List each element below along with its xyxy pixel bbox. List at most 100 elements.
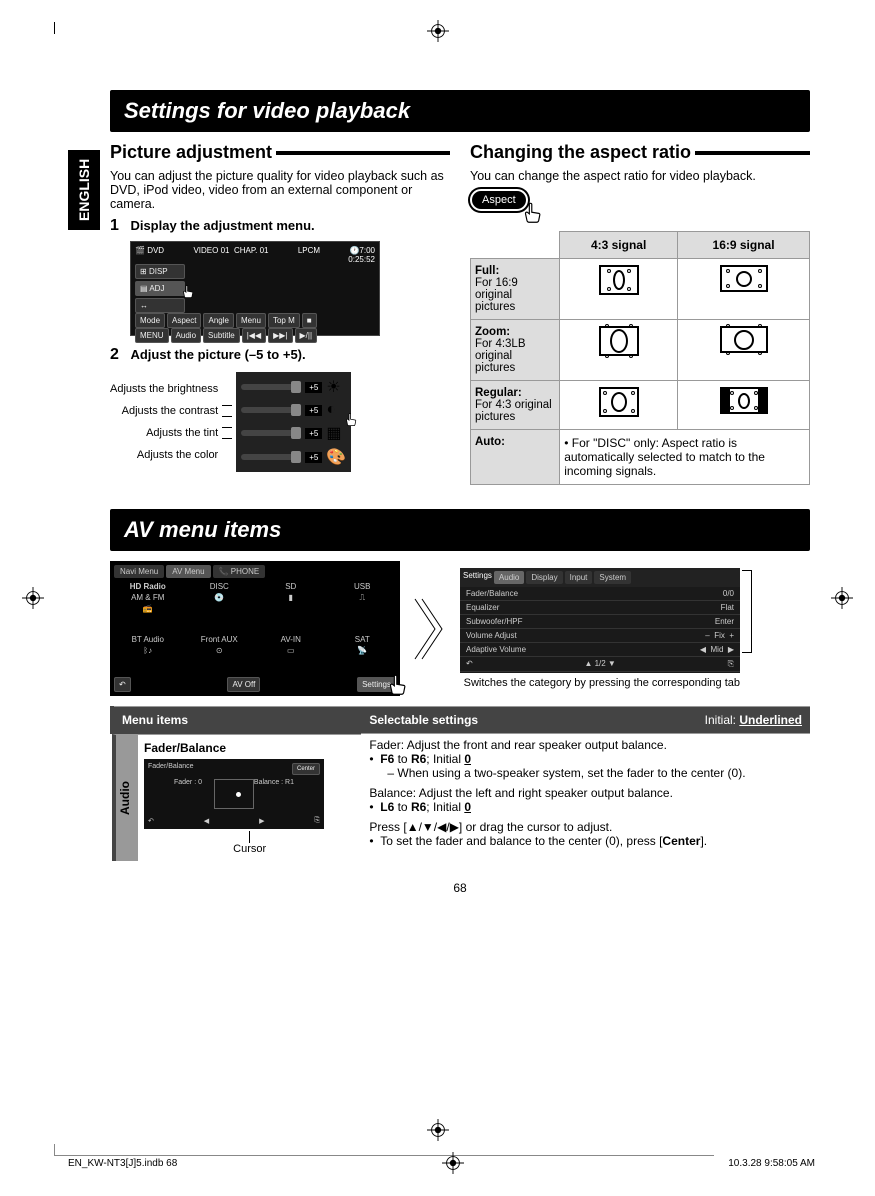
audio-category-tab: Audio — [116, 735, 138, 861]
avmenu-tab[interactable]: AV Menu — [166, 565, 210, 578]
source-sd[interactable]: SD▮ — [257, 582, 325, 631]
registration-mark-icon — [831, 587, 853, 609]
source-aux[interactable]: Front AUX⊙ — [186, 635, 254, 673]
set-row[interactable]: EqualizerFlat — [460, 601, 740, 615]
menu-button[interactable]: Menu — [236, 313, 266, 328]
ratio-icon — [599, 326, 639, 356]
col-43: 4:3 signal — [560, 232, 678, 259]
source-hdradio[interactable]: HD RadioAM & FM📻 — [114, 582, 182, 631]
aspect-intro: You can change the aspect ratio for vide… — [470, 169, 810, 183]
th-menu-items: Menu items — [112, 707, 361, 734]
topm-button[interactable]: Top M — [268, 313, 300, 328]
th-selectable: Selectable settings Initial: Underlined — [361, 707, 810, 734]
stop-button[interactable]: ■ — [302, 313, 317, 328]
audio-button[interactable]: Audio — [171, 328, 201, 343]
step-number: 2 — [110, 346, 126, 364]
content-area: Settings for video playback Picture adju… — [110, 90, 810, 895]
set-tab-display[interactable]: Display — [526, 571, 562, 584]
cursor-label: Cursor — [233, 843, 266, 855]
registration-mark-icon — [427, 20, 449, 42]
set-tab-audio[interactable]: Audio — [494, 571, 524, 584]
slider-tint[interactable]: +5▦ — [241, 423, 346, 443]
menu-items-table: Menu items Selectable settings Initial: … — [110, 706, 810, 861]
auto-desc: For "DISC" only: Aspect ratio is automat… — [564, 436, 765, 478]
sun-icon: ☀ — [326, 377, 340, 397]
aspect-button[interactable]: Aspect — [167, 313, 201, 328]
center-button[interactable]: Center — [292, 763, 320, 775]
footer-right: 10.3.28 9:58:05 AM — [728, 1158, 815, 1169]
set-row[interactable]: Fader/Balance0/0 — [460, 587, 740, 601]
ratio-icon — [720, 265, 768, 292]
heading-rule — [695, 151, 810, 155]
registration-mark-icon — [22, 587, 44, 609]
tint-icon: ▦ — [326, 423, 341, 443]
pointer-hand-icon — [520, 201, 548, 229]
slider-color[interactable]: +5🎨 — [241, 447, 346, 467]
avoff-button[interactable]: AV Off — [227, 677, 260, 692]
slider-bright[interactable]: +5☀ — [241, 377, 346, 397]
subtitle-button[interactable]: Subtitle — [203, 328, 240, 343]
fader-desc: Fader: Adjust the front and rear speaker… — [369, 738, 802, 752]
source-sat[interactable]: SAT📡 — [329, 635, 397, 673]
balance-desc: Balance: Adjust the left and right speak… — [369, 786, 802, 800]
next-button[interactable]: ▶▶| — [268, 328, 292, 343]
aspect-ratio-table: 4:3 signal 16:9 signal Full:For 16:9 ori… — [470, 231, 810, 485]
section-title: AV menu items — [110, 509, 810, 551]
source-usb[interactable]: USB⎍ — [329, 582, 397, 631]
intro-text: You can adjust the picture quality for v… — [110, 169, 450, 211]
aspect-heading: Changing the aspect ratio — [470, 142, 691, 163]
ratio-icon — [720, 326, 768, 353]
transition-arrow-icon — [400, 589, 460, 669]
ratio-icon — [599, 265, 639, 295]
right-column: Changing the aspect ratio You can change… — [470, 142, 810, 485]
left-column: Picture adjustment You can adjust the pi… — [110, 142, 450, 485]
section-title: Settings for video playback — [110, 90, 810, 132]
playpause-button[interactable]: ▶/|| — [295, 328, 318, 343]
menu2-button[interactable]: MENU — [135, 328, 169, 343]
pointer-hand-icon — [385, 673, 413, 701]
step-text: Adjust the picture (–5 to +5). — [130, 347, 305, 362]
slider-contrast[interactable]: +5◐ — [241, 401, 346, 419]
ratio-icon — [599, 387, 639, 417]
set-row[interactable]: Adaptive Volume◀ Mid ▶ — [460, 643, 740, 657]
crop-mark — [54, 22, 66, 34]
adjust-panel-screenshot: +5☀ +5◐ +5▦ +5🎨 — [236, 372, 351, 472]
contrast-icon: ◐ — [326, 401, 336, 419]
step-text: Display the adjustment menu. — [130, 218, 314, 233]
ratio-icon — [720, 387, 768, 414]
pointer-hand-icon — [343, 412, 361, 430]
set-tab-system[interactable]: System — [594, 571, 631, 584]
settings-caption: Switches the category by pressing the co… — [460, 677, 740, 689]
step-number: 1 — [110, 217, 126, 235]
prev-button[interactable]: |◀◀ — [242, 328, 266, 343]
col-169: 16:9 signal — [678, 232, 810, 259]
av-menu-screenshot: Navi Menu AV Menu 📞 PHONE HD RadioAM & F… — [110, 561, 400, 696]
bright-label: Adjusts the brightness — [110, 383, 218, 395]
source-avin[interactable]: AV-IN▭ — [257, 635, 325, 673]
contrast-label: Adjusts the contrast — [110, 405, 218, 417]
fader-balance-item: Fader/Balance — [144, 741, 226, 755]
arrows-button[interactable]: ↔ — [135, 298, 185, 313]
settings-screenshot: Settings Audio Display Input System Fade… — [460, 568, 740, 673]
page-number: 68 — [110, 881, 810, 895]
language-tab: ENGLISH — [68, 150, 100, 230]
mode-button[interactable]: Mode — [135, 313, 165, 328]
page: ENGLISH Settings for video playback Pict… — [0, 0, 875, 1196]
adj-button[interactable]: ▤ ADJ — [135, 281, 185, 296]
angle-button[interactable]: Angle — [203, 313, 233, 328]
navimenu-tab[interactable]: Navi Menu — [114, 565, 164, 578]
registration-mark-icon — [442, 1152, 464, 1174]
phone-tab[interactable]: 📞 PHONE — [213, 565, 266, 578]
back-button[interactable]: ↶ — [114, 677, 131, 692]
source-bt[interactable]: BT Audioᛒ♪ — [114, 635, 182, 673]
cursor-dot[interactable] — [236, 792, 241, 797]
set-row[interactable]: Subwoofer/HPFEnter — [460, 615, 740, 629]
aspect-button[interactable]: Aspect — [470, 189, 528, 211]
fader-balance-screenshot: Fader/BalanceCenter Fader : 0Balance : R… — [144, 759, 324, 829]
registration-mark-icon — [427, 1119, 449, 1141]
set-row[interactable]: Volume Adjust– Fix + — [460, 629, 740, 643]
disp-button[interactable]: ⊞ DISP — [135, 264, 185, 279]
source-disc[interactable]: DISC💿 — [186, 582, 254, 631]
tint-label: Adjusts the tint — [110, 427, 218, 439]
set-tab-input[interactable]: Input — [565, 571, 593, 584]
